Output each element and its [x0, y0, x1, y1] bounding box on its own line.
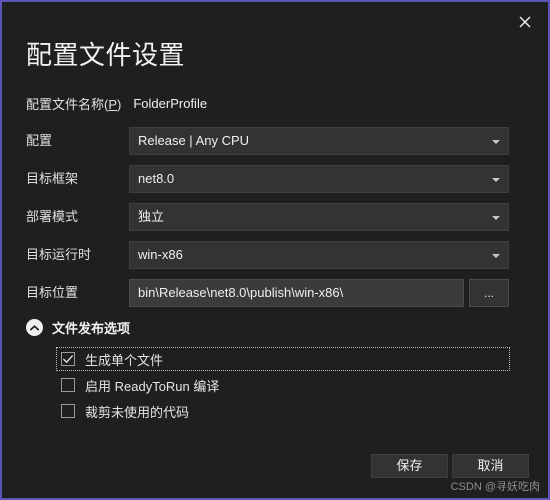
- profile-name-label: 配置文件名称(P): [26, 97, 122, 112]
- browse-button[interactable]: ...: [469, 279, 509, 307]
- watermark: CSDN @寻妖吃肉: [450, 481, 540, 493]
- configuration-dropdown[interactable]: Release | Any CPU: [129, 127, 509, 155]
- profile-name-accel-key: P: [108, 97, 118, 112]
- target-location-value: bin\Release\net8.0\publish\win-x86\: [138, 285, 344, 300]
- file-publish-options-header[interactable]: 文件发布选项: [26, 318, 130, 337]
- configuration-value: Release | Any CPU: [138, 133, 250, 148]
- checkbox-trim-unused-code[interactable]: [61, 404, 75, 418]
- checkbox-label-trim-unused-code: 裁剪未使用的代码: [85, 404, 190, 420]
- checkbox-readytorun[interactable]: [61, 378, 75, 392]
- deployment-mode-dropdown[interactable]: 独立: [129, 203, 509, 231]
- save-button[interactable]: 保存: [371, 454, 448, 478]
- deployment-mode-label: 部署模式: [26, 209, 79, 224]
- chevron-down-icon: [492, 254, 500, 258]
- chevron-down-icon: [492, 216, 500, 220]
- target-location-label: 目标位置: [26, 285, 79, 300]
- target-location-input[interactable]: bin\Release\net8.0\publish\win-x86\: [129, 279, 464, 307]
- checkbox-row-readytorun[interactable]: 启用 ReadyToRun 编译: [57, 374, 509, 396]
- form-row-target-runtime: 目标运行时 win-x86: [2, 241, 548, 269]
- target-runtime-value: win-x86: [138, 247, 183, 262]
- target-runtime-dropdown[interactable]: win-x86: [129, 241, 509, 269]
- chevron-down-icon: [492, 178, 500, 182]
- cancel-button[interactable]: 取消: [452, 454, 529, 478]
- checkbox-row-single-file[interactable]: 生成单个文件: [56, 347, 510, 371]
- profile-settings-dialog: 配置文件设置 配置文件名称(P) FolderProfile 配置 Releas…: [0, 0, 550, 500]
- close-icon: [519, 16, 531, 28]
- deployment-mode-value: 独立: [138, 209, 165, 224]
- target-runtime-label: 目标运行时: [26, 247, 92, 262]
- profile-name-value: FolderProfile: [133, 96, 208, 111]
- target-framework-value: net8.0: [138, 171, 175, 186]
- file-publish-options-title: 文件发布选项: [52, 321, 131, 336]
- checkbox-label-readytorun: 启用 ReadyToRun 编译: [85, 378, 220, 394]
- check-icon: [63, 354, 73, 363]
- configuration-label: 配置: [26, 133, 53, 148]
- target-framework-dropdown[interactable]: net8.0: [129, 165, 509, 193]
- form-row-target-framework: 目标框架 net8.0: [2, 165, 548, 193]
- checkbox-single-file[interactable]: [61, 352, 75, 366]
- page-title: 配置文件设置: [26, 40, 186, 70]
- profile-name-row: 配置文件名称(P) FolderProfile: [26, 94, 207, 113]
- checkbox-label-single-file: 生成单个文件: [85, 352, 164, 368]
- form-row-configuration: 配置 Release | Any CPU: [2, 127, 548, 155]
- form-row-deployment-mode: 部署模式 独立: [2, 203, 548, 231]
- chevron-up-icon: [26, 319, 43, 336]
- target-framework-label: 目标框架: [26, 171, 79, 186]
- chevron-down-icon: [492, 140, 500, 144]
- form-row-target-location: 目标位置 bin\Release\net8.0\publish\win-x86\…: [2, 279, 548, 307]
- checkbox-row-trim-unused-code[interactable]: 裁剪未使用的代码: [57, 400, 509, 422]
- close-button[interactable]: [508, 8, 542, 36]
